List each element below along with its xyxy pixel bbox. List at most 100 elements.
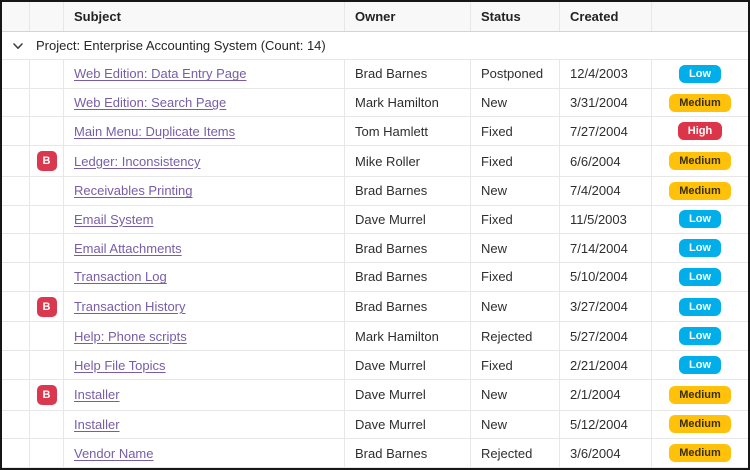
- group-row-label: Project: Enterprise Accounting System (C…: [36, 38, 326, 53]
- created-cell: 7/4/2004: [560, 177, 652, 205]
- table-row[interactable]: Vendor Name Brad Barnes Rejected 3/6/200…: [2, 439, 748, 468]
- chevron-down-icon[interactable]: [11, 39, 25, 53]
- status-text: Fixed: [481, 154, 513, 169]
- created-cell: 5/12/2004: [560, 411, 652, 439]
- priority-cell: Low: [652, 263, 748, 291]
- subject-link[interactable]: Receivables Printing: [74, 183, 193, 198]
- created-text: 6/6/2004: [570, 154, 621, 169]
- status-text: New: [481, 183, 507, 198]
- owner-text: Mike Roller: [355, 154, 420, 169]
- table-row[interactable]: Help File Topics Dave Murrel Fixed 2/21/…: [2, 351, 748, 380]
- flag-cell: [30, 351, 64, 379]
- status-text: Rejected: [481, 329, 532, 344]
- priority-cell: Low: [652, 351, 748, 379]
- column-header-status[interactable]: Status: [471, 2, 560, 31]
- column-header-select[interactable]: [2, 2, 30, 31]
- status-cell: Fixed: [471, 117, 560, 145]
- subject-cell: Main Menu: Duplicate Items: [64, 117, 345, 145]
- owner-cell: Dave Murrel: [345, 351, 471, 379]
- owner-cell: Mark Hamilton: [345, 322, 471, 350]
- column-header-subject[interactable]: Subject: [64, 2, 345, 31]
- status-text: New: [481, 95, 507, 110]
- table-row[interactable]: B Transaction History Brad Barnes New 3/…: [2, 292, 748, 323]
- subject-link[interactable]: Web Edition: Data Entry Page: [74, 66, 246, 81]
- subject-link[interactable]: Web Edition: Search Page: [74, 95, 226, 110]
- owner-cell: Dave Murrel: [345, 411, 471, 439]
- table-row[interactable]: Email System Dave Murrel Fixed 11/5/2003…: [2, 206, 748, 235]
- column-header-priority[interactable]: [652, 2, 748, 31]
- subject-cell: Email Attachments: [64, 234, 345, 262]
- status-cell: New: [471, 234, 560, 262]
- status-text: Fixed: [481, 124, 513, 139]
- column-header-created[interactable]: Created: [560, 2, 652, 31]
- table-row[interactable]: B Installer Dave Murrel New 2/1/2004 Med…: [2, 380, 748, 411]
- subject-link[interactable]: Help: Phone scripts: [74, 329, 187, 344]
- column-header-flag[interactable]: [30, 2, 64, 31]
- status-cell: Postponed: [471, 60, 560, 88]
- status-cell: Fixed: [471, 263, 560, 291]
- created-text: 11/5/2003: [570, 212, 627, 227]
- flag-cell: [30, 439, 64, 467]
- owner-text: Dave Murrel: [355, 417, 426, 432]
- subject-link[interactable]: Vendor Name: [74, 446, 154, 461]
- created-text: 5/12/2004: [570, 417, 628, 432]
- subject-cell: Transaction History: [64, 292, 345, 322]
- status-cell: Fixed: [471, 146, 560, 176]
- bug-flag-badge: B: [37, 385, 57, 405]
- created-text: 3/27/2004: [570, 299, 628, 314]
- subject-link[interactable]: Installer: [74, 417, 120, 432]
- row-select-cell: [2, 411, 30, 439]
- group-row-project[interactable]: Project: Enterprise Accounting System (C…: [2, 32, 748, 60]
- row-select-cell: [2, 351, 30, 379]
- table-row[interactable]: Email Attachments Brad Barnes New 7/14/2…: [2, 234, 748, 263]
- subject-link[interactable]: Transaction Log: [74, 269, 167, 284]
- priority-cell: Low: [652, 234, 748, 262]
- priority-badge: High: [678, 122, 722, 140]
- owner-cell: Dave Murrel: [345, 380, 471, 410]
- table-row[interactable]: Main Menu: Duplicate Items Tom Hamlett F…: [2, 117, 748, 146]
- created-cell: 2/21/2004: [560, 351, 652, 379]
- owner-cell: Brad Barnes: [345, 263, 471, 291]
- subject-link[interactable]: Email System: [74, 212, 153, 227]
- subject-link[interactable]: Help File Topics: [74, 358, 166, 373]
- priority-badge: Medium: [669, 94, 731, 112]
- owner-text: Dave Murrel: [355, 387, 426, 402]
- created-text: 2/1/2004: [570, 387, 621, 402]
- subject-link[interactable]: Transaction History: [74, 299, 186, 314]
- table-row[interactable]: Installer Dave Murrel New 5/12/2004 Medi…: [2, 411, 748, 440]
- status-cell: Rejected: [471, 439, 560, 467]
- subject-cell: Transaction Log: [64, 263, 345, 291]
- row-select-cell: [2, 117, 30, 145]
- priority-badge: Medium: [669, 182, 731, 200]
- owner-cell: Mark Hamilton: [345, 89, 471, 117]
- priority-badge: Medium: [669, 386, 731, 404]
- created-cell: 2/1/2004: [560, 380, 652, 410]
- subject-link[interactable]: Main Menu: Duplicate Items: [74, 124, 235, 139]
- priority-badge: Medium: [669, 444, 731, 462]
- subject-link[interactable]: Email Attachments: [74, 241, 182, 256]
- priority-cell: Medium: [652, 380, 748, 410]
- created-cell: 3/27/2004: [560, 292, 652, 322]
- table-row[interactable]: Web Edition: Data Entry Page Brad Barnes…: [2, 60, 748, 89]
- row-select-cell: [2, 60, 30, 88]
- table-row[interactable]: Help: Phone scripts Mark Hamilton Reject…: [2, 322, 748, 351]
- created-cell: 11/5/2003: [560, 206, 652, 234]
- owner-text: Brad Barnes: [355, 241, 427, 256]
- subject-cell: Receivables Printing: [64, 177, 345, 205]
- flag-cell: [30, 177, 64, 205]
- priority-cell: Low: [652, 60, 748, 88]
- column-header-owner[interactable]: Owner: [345, 2, 471, 31]
- table-row[interactable]: Transaction Log Brad Barnes Fixed 5/10/2…: [2, 263, 748, 292]
- flag-cell: [30, 411, 64, 439]
- flag-cell: B: [30, 146, 64, 176]
- status-text: Postponed: [481, 66, 543, 81]
- table-row[interactable]: Web Edition: Search Page Mark Hamilton N…: [2, 89, 748, 118]
- status-text: Fixed: [481, 358, 513, 373]
- table-row[interactable]: B Ledger: Inconsistency Mike Roller Fixe…: [2, 146, 748, 177]
- priority-cell: Medium: [652, 146, 748, 176]
- priority-cell: High: [652, 117, 748, 145]
- subject-link[interactable]: Ledger: Inconsistency: [74, 154, 200, 169]
- status-text: Rejected: [481, 446, 532, 461]
- subject-link[interactable]: Installer: [74, 387, 120, 402]
- table-row[interactable]: Receivables Printing Brad Barnes New 7/4…: [2, 177, 748, 206]
